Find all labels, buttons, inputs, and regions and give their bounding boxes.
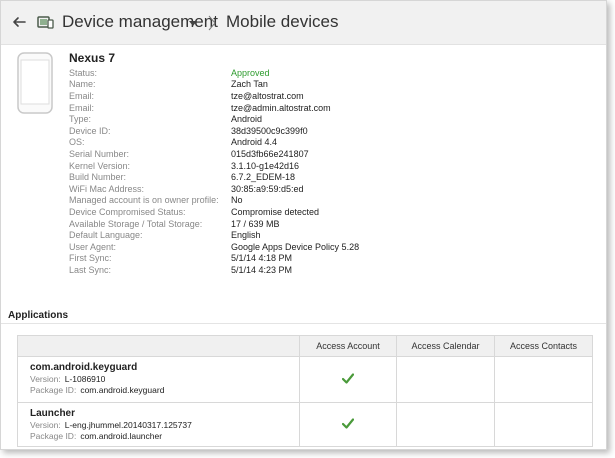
app-version: Version: L-1086910 xyxy=(30,374,287,385)
property-owner-profile: Managed account is on owner profile: No xyxy=(69,195,389,207)
property-value: tze@altostrat.com xyxy=(231,90,304,101)
property-label: Kernel Version: xyxy=(69,160,131,171)
access-calendar-cell xyxy=(396,356,495,403)
app-package: Package ID: com.android.launcher xyxy=(30,431,287,442)
checkmark-icon xyxy=(342,373,354,384)
property-kernel-version: Kernel Version: 3.1.10-g1e42d16 xyxy=(69,160,389,172)
access-calendar-cell xyxy=(396,402,495,447)
access-account-cell xyxy=(299,356,397,403)
device-detail-window: Device management Mobile devices Nexus 7… xyxy=(0,0,607,450)
property-email-secondary: Email: tze@admin.altostrat.com xyxy=(69,102,389,114)
property-value: 30:85:a9:59:d5:ed xyxy=(231,183,304,194)
property-value: 5/1/14 4:18 PM xyxy=(231,253,293,264)
device-management-icon xyxy=(37,16,54,29)
property-label: Email: xyxy=(69,90,95,101)
property-label: First Sync: xyxy=(69,253,112,264)
property-email: Email: tze@altostrat.com xyxy=(69,90,389,102)
property-value: English xyxy=(231,230,261,241)
access-contacts-cell xyxy=(494,356,593,403)
property-serial-number: Serial Number: 015d3fb66e241807 xyxy=(69,148,389,160)
access-contacts-cell xyxy=(494,402,593,447)
column-header-access-account[interactable]: Access Account xyxy=(299,335,397,357)
property-label: Available Storage / Total Storage: xyxy=(69,218,203,229)
property-value: 5/1/14 4:23 PM xyxy=(231,264,293,275)
app-version: Version: L-eng.jhummel.20140317.125737 xyxy=(30,420,287,431)
property-label: User Agent: xyxy=(69,241,117,252)
device-properties: Status: Approved Name: Zach Tan Email: t… xyxy=(69,67,389,276)
column-header-access-calendar[interactable]: Access Calendar xyxy=(396,335,495,357)
property-label: Status: xyxy=(69,67,98,78)
status-value: Approved xyxy=(231,67,270,78)
version-value: L-1086910 xyxy=(64,374,106,384)
property-label: Type: xyxy=(69,114,92,125)
property-wifi-mac: WiFi Mac Address: 30:85:a9:59:d5:ed xyxy=(69,183,389,195)
property-label: Default Language: xyxy=(69,230,143,241)
applications-table: Access Account Access Calendar Access Co… xyxy=(17,335,593,447)
property-value: Compromise detected xyxy=(231,206,320,217)
package-value: com.android.keyguard xyxy=(80,385,165,395)
property-label: Managed account is on owner profile: xyxy=(69,195,219,206)
property-status: Status: Approved xyxy=(69,67,389,79)
package-value: com.android.launcher xyxy=(80,431,163,441)
property-value: tze@admin.altostrat.com xyxy=(231,102,331,113)
version-value: L-eng.jhummel.20140317.125737 xyxy=(64,420,192,430)
column-header-access-contacts[interactable]: Access Contacts xyxy=(494,335,593,357)
property-value: 6.7.2_EDEM-18 xyxy=(231,172,296,183)
version-label: Version: xyxy=(30,374,61,384)
property-first-sync: First Sync: 5/1/14 4:18 PM xyxy=(69,253,389,265)
table-row: Launcher Version: L-eng.jhummel.20140317.… xyxy=(17,402,593,447)
property-label: OS: xyxy=(69,137,85,148)
section-divider xyxy=(1,323,606,324)
app-info-cell: Launcher Version: L-eng.jhummel.20140317.… xyxy=(17,402,300,447)
table-row: com.android.keyguard Version: L-1086910 P… xyxy=(17,356,593,403)
property-label: Name: xyxy=(69,79,96,90)
property-value: No xyxy=(231,195,243,206)
version-label: Version: xyxy=(30,420,61,430)
table-header-row: Access Account Access Calendar Access Co… xyxy=(17,335,593,357)
property-build-number: Build Number: 6.7.2_EDEM-18 xyxy=(69,171,389,183)
property-label: Email: xyxy=(69,102,95,113)
checkmark-icon xyxy=(342,418,354,429)
app-package: Package ID: com.android.keyguard xyxy=(30,385,287,396)
breadcrumb-bar: Device management Mobile devices xyxy=(1,1,606,45)
back-arrow-icon[interactable] xyxy=(11,14,27,30)
property-label: Device ID: xyxy=(69,125,111,136)
access-account-cell xyxy=(299,402,397,447)
dropdown-caret-icon[interactable] xyxy=(189,21,197,27)
property-value: Zach Tan xyxy=(231,79,268,90)
property-label: Serial Number: xyxy=(69,148,130,159)
property-user-agent: User Agent: Google Apps Device Policy 5.… xyxy=(69,241,389,253)
property-name: Name: Zach Tan xyxy=(69,79,389,91)
property-device-id: Device ID: 38d39500c9c399f0 xyxy=(69,125,389,137)
package-label: Package ID: xyxy=(30,431,77,441)
property-label: WiFi Mac Address: xyxy=(69,183,145,194)
applications-heading: Applications xyxy=(8,310,69,321)
property-label: Last Sync: xyxy=(69,264,112,275)
property-last-sync: Last Sync: 5/1/14 4:23 PM xyxy=(69,264,389,276)
property-value: 38d39500c9c399f0 xyxy=(231,125,308,136)
property-label: Device Compromised Status: xyxy=(69,206,186,217)
package-label: Package ID: xyxy=(30,385,77,395)
property-compromised-status: Device Compromised Status: Compromise de… xyxy=(69,206,389,218)
property-value: Android 4.4 xyxy=(231,137,278,148)
breadcrumb-mobile-devices: Mobile devices xyxy=(226,12,339,31)
property-value: Android xyxy=(231,114,263,125)
property-type: Type: Android xyxy=(69,113,389,125)
app-name: Launcher xyxy=(30,408,76,419)
property-storage: Available Storage / Total Storage: 17 / … xyxy=(69,218,389,230)
phone-device-icon xyxy=(17,52,53,114)
app-name: com.android.keyguard xyxy=(30,362,138,373)
property-value: Google Apps Device Policy 5.28 xyxy=(231,241,360,252)
app-info-cell: com.android.keyguard Version: L-1086910 P… xyxy=(17,356,300,403)
column-header-application xyxy=(17,335,300,357)
property-value: 17 / 639 MB xyxy=(231,218,280,229)
property-label: Build Number: xyxy=(69,172,127,183)
property-value: 3.1.10-g1e42d16 xyxy=(231,160,300,171)
property-default-language: Default Language: English xyxy=(69,229,389,241)
chevron-right-icon xyxy=(208,15,216,31)
property-os: OS: Android 4.4 xyxy=(69,137,389,149)
property-value: 015d3fb66e241807 xyxy=(231,148,309,159)
device-name: Nexus 7 xyxy=(69,51,116,65)
